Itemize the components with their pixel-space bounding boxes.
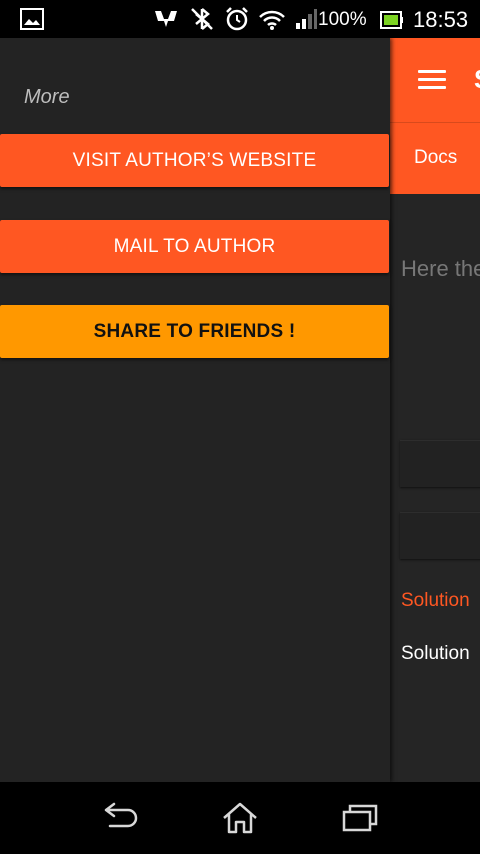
system-nav-bar (0, 782, 480, 854)
input-card[interactable] (400, 512, 480, 559)
home-icon[interactable] (220, 800, 260, 841)
app-body: Here the Solution Solution (390, 194, 480, 782)
nfc-icon (152, 7, 180, 31)
bluetooth-off-icon (188, 6, 216, 32)
app-title: S (474, 64, 480, 95)
hint-text: Here the (401, 256, 480, 281)
status-bar: 100% 18:53 (0, 0, 480, 38)
clock: 18:53 (413, 7, 469, 32)
recents-icon[interactable] (340, 800, 380, 841)
mail-author-button[interactable]: MAIL TO AUTHOR (0, 220, 389, 273)
gallery-icon (20, 8, 44, 30)
alarm-icon (224, 6, 250, 32)
back-icon[interactable] (100, 800, 140, 841)
hamburger-menu-icon[interactable] (418, 70, 446, 90)
drawer-header: More (24, 86, 70, 108)
signal-icon (294, 7, 318, 31)
battery-icon (380, 10, 404, 35)
app-tabs: Docs (390, 122, 480, 195)
visit-website-button[interactable]: VISIT AUTHOR’S WEBSITE (0, 134, 389, 187)
navigation-drawer: More VISIT AUTHOR’S WEBSITE MAIL TO AUTH… (0, 38, 390, 782)
input-card[interactable] (400, 440, 480, 487)
solution-link[interactable]: Solution (401, 590, 470, 612)
share-friends-button[interactable]: SHARE TO FRIENDS ! (0, 305, 389, 358)
battery-percent: 100% (318, 9, 367, 30)
app-toolbar: S (390, 38, 480, 122)
wifi-icon (258, 7, 286, 31)
tab-docs[interactable]: Docs (414, 147, 457, 169)
solution-text: Solution (401, 643, 470, 664)
